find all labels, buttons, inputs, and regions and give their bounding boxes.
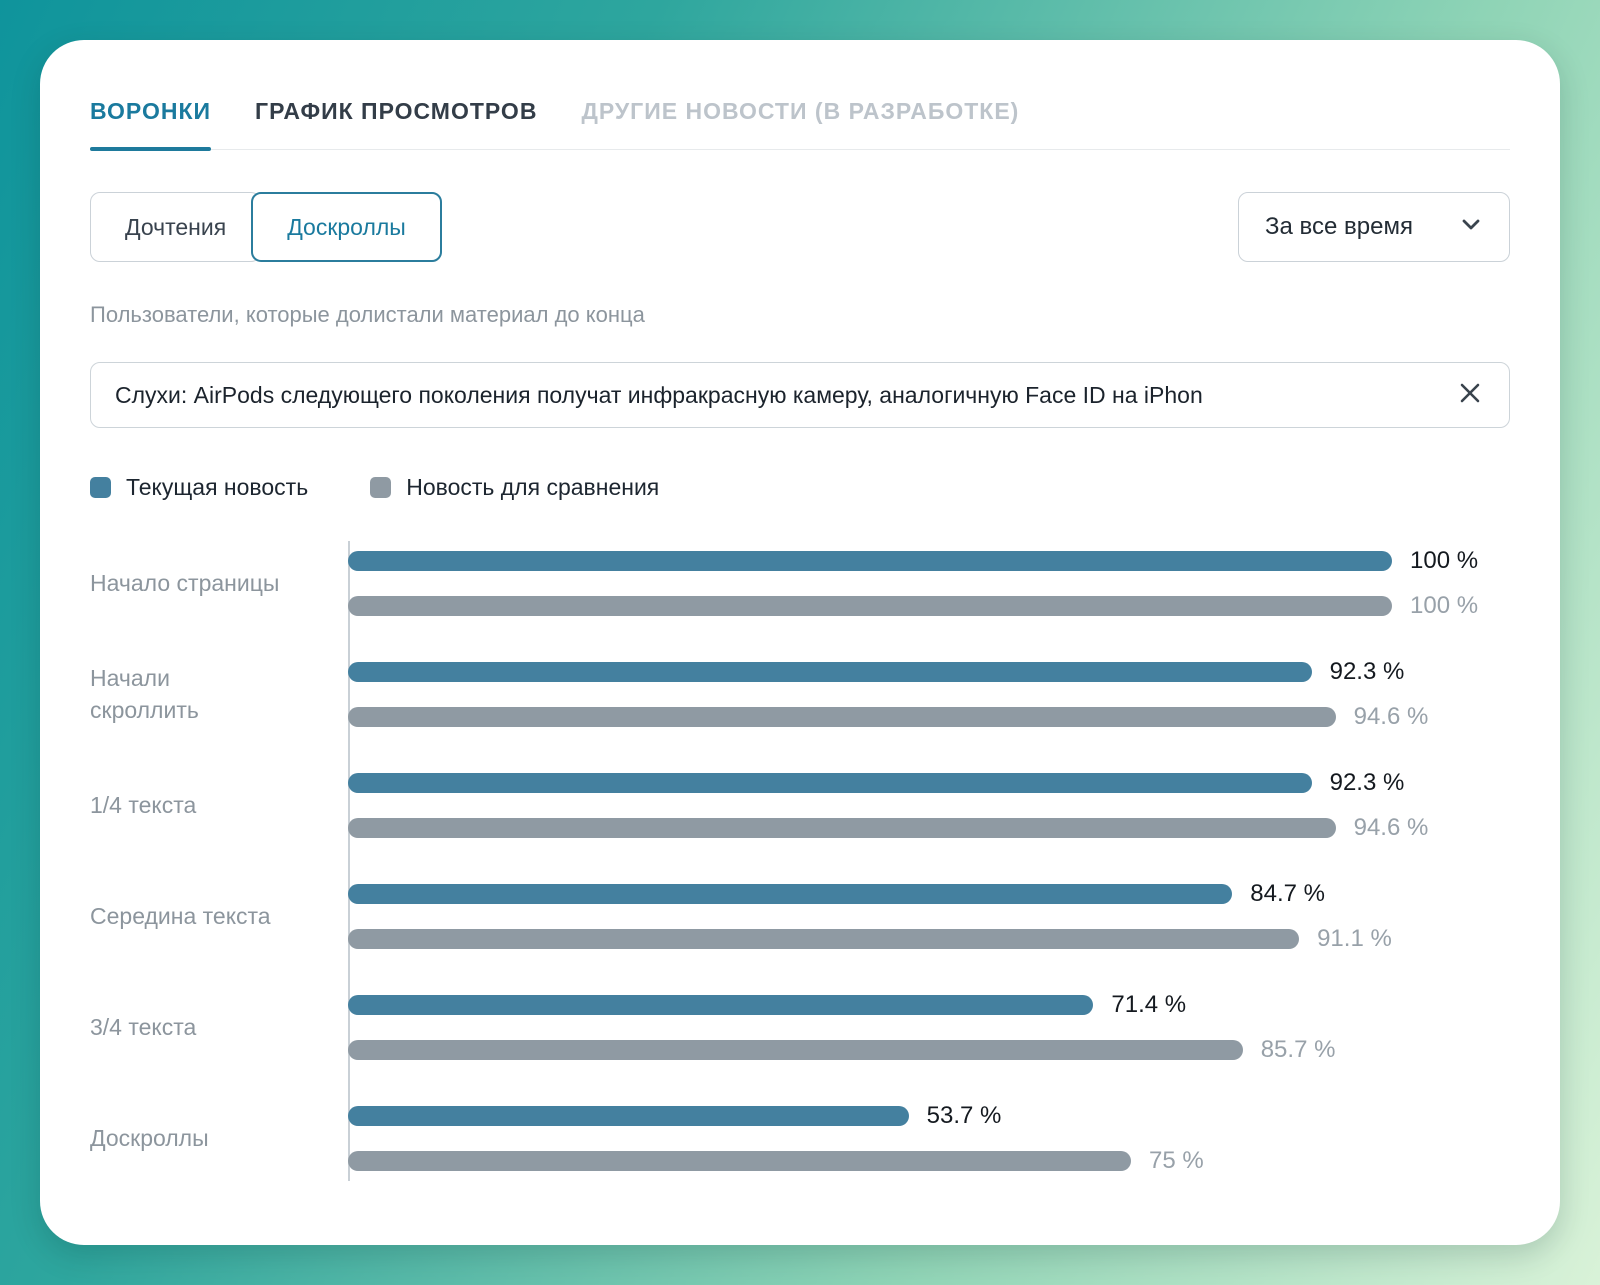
- period-dropdown-value: За все время: [1265, 213, 1413, 240]
- compare-news-bar: [348, 1151, 1131, 1171]
- chart-row: 3/4 текста 71.4 % 85.7 %: [90, 991, 1510, 1063]
- bar-value-label: 92.3 %: [1329, 658, 1405, 685]
- bar-value-label: 53.7 %: [926, 1102, 1002, 1129]
- controls-row: Дочтения Доскроллы За все время: [90, 192, 1510, 262]
- chart-category-label: Начало страницы: [90, 569, 280, 596]
- article-filter-field[interactable]: Слухи: AirPods следующего поколения полу…: [90, 362, 1510, 428]
- clear-filter-button[interactable]: [1455, 380, 1485, 410]
- chart-category-label: 3/4 текста: [90, 1013, 197, 1040]
- analytics-card: ВОРОНКИ ГРАФИК ПРОСМОТРОВ ДРУГИЕ НОВОСТИ…: [40, 40, 1560, 1245]
- current-news-bar: [348, 773, 1312, 793]
- chart-row: Начало страницы 100 % 100 %: [90, 547, 1510, 619]
- compare-news-bar: [348, 707, 1336, 727]
- compare-news-bar: [348, 929, 1300, 949]
- chart-legend: Текущая новость Новость для сравнения: [90, 474, 1510, 501]
- metric-toggle: Дочтения Доскроллы: [90, 192, 442, 262]
- legend-item-current: Текущая новость: [90, 474, 308, 501]
- chart-bar-group: 84.7 % 91.1 %: [348, 880, 1510, 952]
- tab-funnels[interactable]: ВОРОНКИ: [90, 98, 212, 151]
- legend-item-compare: Новость для сравнения: [370, 474, 659, 501]
- compare-news-swatch: [370, 477, 392, 498]
- bar-value-label: 71.4 %: [1111, 991, 1187, 1018]
- bar-value-label: 75 %: [1149, 1147, 1204, 1174]
- chart-category-label: Доскроллы: [90, 1124, 209, 1151]
- chart-row: Начали скроллить 92.3 % 94.6 %: [90, 658, 1510, 730]
- compare-news-bar: [348, 1040, 1243, 1060]
- bar-value-label: 94.6 %: [1353, 814, 1429, 841]
- toggle-scroll-depth-button[interactable]: Доскроллы: [251, 192, 442, 262]
- chevron-down-icon: [1459, 212, 1483, 243]
- funnel-chart: Начало страницы 100 % 100 % Начали скроллит…: [90, 541, 1510, 1181]
- chart-bar-group: 92.3 % 94.6 %: [348, 658, 1510, 730]
- chart-rows: Начало страницы 100 % 100 % Начали скроллит…: [90, 547, 1510, 1174]
- current-news-bar: [348, 662, 1312, 682]
- current-news-bar: [348, 995, 1094, 1015]
- bar-value-label: 84.7 %: [1250, 880, 1325, 907]
- compare-news-bar: [348, 818, 1336, 838]
- funnel-description: Пользователи, которые долистали материал…: [90, 302, 645, 327]
- chart-category-label: Середина текста: [90, 902, 271, 929]
- bar-value-label: 94.6 %: [1353, 703, 1429, 730]
- bar-value-label: 91.1 %: [1317, 925, 1392, 952]
- current-news-swatch: [90, 477, 111, 498]
- chart-category-label: 1/4 текста: [90, 791, 197, 818]
- compare-news-bar: [348, 596, 1392, 616]
- tab-bar: ВОРОНКИ ГРАФИК ПРОСМОТРОВ ДРУГИЕ НОВОСТИ…: [90, 98, 1510, 151]
- chart-row: 1/4 текста 92.3 % 94.6 %: [90, 769, 1510, 841]
- tab-views-graph[interactable]: ГРАФИК ПРОСМОТРОВ: [255, 98, 537, 149]
- current-news-bar: [348, 551, 1392, 571]
- chart-row: Середина текста 84.7 % 91.1 %: [90, 880, 1510, 952]
- bar-value-label: 92.3 %: [1329, 769, 1405, 796]
- article-filter-value: Слухи: AirPods следующего поколения полу…: [115, 381, 1203, 408]
- legend-label: Новость для сравнения: [406, 474, 660, 500]
- tab-other-news: ДРУГИЕ НОВОСТИ (В РАЗРАБОТКЕ): [581, 98, 1020, 124]
- bar-value-label: 85.7 %: [1260, 1036, 1336, 1063]
- chart-bar-group: 100 % 100 %: [348, 547, 1510, 619]
- close-icon: [1457, 380, 1483, 411]
- legend-label: Текущая новость: [126, 474, 309, 500]
- chart-category-label: Начали скроллить: [90, 665, 199, 723]
- toggle-read-through-button[interactable]: Дочтения: [90, 192, 262, 262]
- chart-axis-line: [348, 541, 350, 1181]
- chart-bar-group: 71.4 % 85.7 %: [348, 991, 1510, 1063]
- chart-bar-group: 53.7 % 75 %: [348, 1102, 1510, 1174]
- period-dropdown[interactable]: За все время: [1238, 192, 1510, 262]
- chart-bar-group: 92.3 % 94.6 %: [348, 769, 1510, 841]
- bar-value-label: 100 %: [1410, 592, 1479, 619]
- current-news-bar: [348, 1106, 909, 1126]
- current-news-bar: [348, 884, 1233, 904]
- bar-value-label: 100 %: [1410, 547, 1479, 574]
- chart-row: Доскроллы 53.7 % 75 %: [90, 1102, 1510, 1174]
